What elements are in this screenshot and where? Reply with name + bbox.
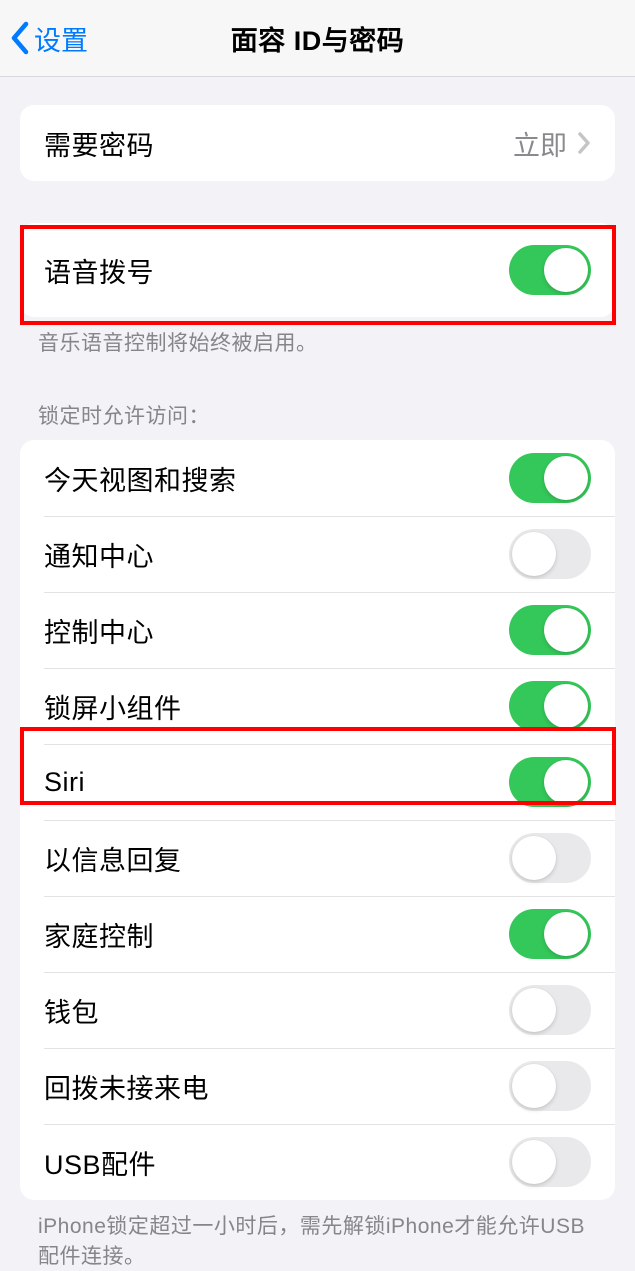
row-right: 立即 [513, 124, 591, 163]
access-toggle[interactable] [509, 757, 591, 807]
access-toggle[interactable] [509, 1137, 591, 1187]
access-toggle[interactable] [509, 605, 591, 655]
access-toggle[interactable] [509, 985, 591, 1035]
access-row-label: 回拨未接来电 [44, 1067, 209, 1106]
access-row: USB配件 [20, 1124, 615, 1200]
require-passcode-label: 需要密码 [44, 124, 154, 163]
access-row: 控制中心 [20, 592, 615, 668]
back-button[interactable]: 设置 [0, 19, 88, 58]
chevron-left-icon [10, 21, 30, 55]
toggle-knob [512, 1140, 556, 1184]
access-toggle[interactable] [509, 453, 591, 503]
access-footer: iPhone锁定超过一小时后，需先解锁iPhone才能允许USB配件连接。 [0, 1200, 635, 1271]
back-label: 设置 [34, 19, 88, 58]
passcode-group: 需要密码 立即 [20, 105, 615, 181]
access-row-label: 以信息回复 [44, 839, 182, 878]
access-row-label: 钱包 [44, 991, 99, 1030]
access-row-label: Siri [44, 767, 85, 798]
content: 需要密码 立即 语音拨号 音乐语音控制将始终被启用。 锁定时允许访问： 今天视图… [0, 105, 635, 1271]
toggle-knob [512, 988, 556, 1032]
voice-dial-toggle[interactable] [509, 245, 591, 295]
access-toggle[interactable] [509, 681, 591, 731]
toggle-knob [544, 912, 588, 956]
access-row-label: 家庭控制 [44, 915, 154, 954]
voice-dial-row: 语音拨号 [20, 223, 615, 317]
chevron-right-icon [577, 131, 591, 155]
access-toggle[interactable] [509, 529, 591, 579]
access-row-label: 控制中心 [44, 611, 154, 650]
access-section-header: 锁定时允许访问： [0, 358, 635, 440]
toggle-knob [512, 836, 556, 880]
access-row: 回拨未接来电 [20, 1048, 615, 1124]
access-group: 今天视图和搜索通知中心控制中心锁屏小组件 Siri 以信息回复家庭控制钱包回拨未接来… [20, 440, 615, 1200]
access-row: 通知中心 [20, 516, 615, 592]
access-toggle[interactable] [509, 909, 591, 959]
access-row: 钱包 [20, 972, 615, 1048]
toggle-knob [544, 760, 588, 804]
access-row: 以信息回复 [20, 820, 615, 896]
navigation-header: 设置 面容 ID与密码 [0, 0, 635, 77]
access-row-label: 锁屏小组件 [44, 687, 182, 726]
access-row: Siri [20, 744, 615, 820]
access-toggle[interactable] [509, 1061, 591, 1111]
toggle-knob [544, 456, 588, 500]
access-row-label: USB配件 [44, 1143, 156, 1182]
voice-dial-label: 语音拨号 [44, 251, 154, 290]
voice-dial-group: 语音拨号 [20, 223, 615, 317]
access-row: 锁屏小组件 [20, 668, 615, 744]
access-row: 今天视图和搜索 [20, 440, 615, 516]
access-row-label: 通知中心 [44, 535, 154, 574]
require-passcode-value: 立即 [513, 124, 567, 163]
toggle-knob [512, 532, 556, 576]
page-title: 面容 ID与密码 [231, 19, 405, 58]
toggle-knob [544, 608, 588, 652]
toggle-knob [544, 248, 588, 292]
access-row: 家庭控制 [20, 896, 615, 972]
voice-dial-footer: 音乐语音控制将始终被启用。 [0, 317, 635, 358]
require-passcode-row[interactable]: 需要密码 立即 [20, 105, 615, 181]
toggle-knob [544, 684, 588, 728]
toggle-knob [512, 1064, 556, 1108]
access-row-label: 今天视图和搜索 [44, 459, 237, 498]
access-toggle[interactable] [509, 833, 591, 883]
